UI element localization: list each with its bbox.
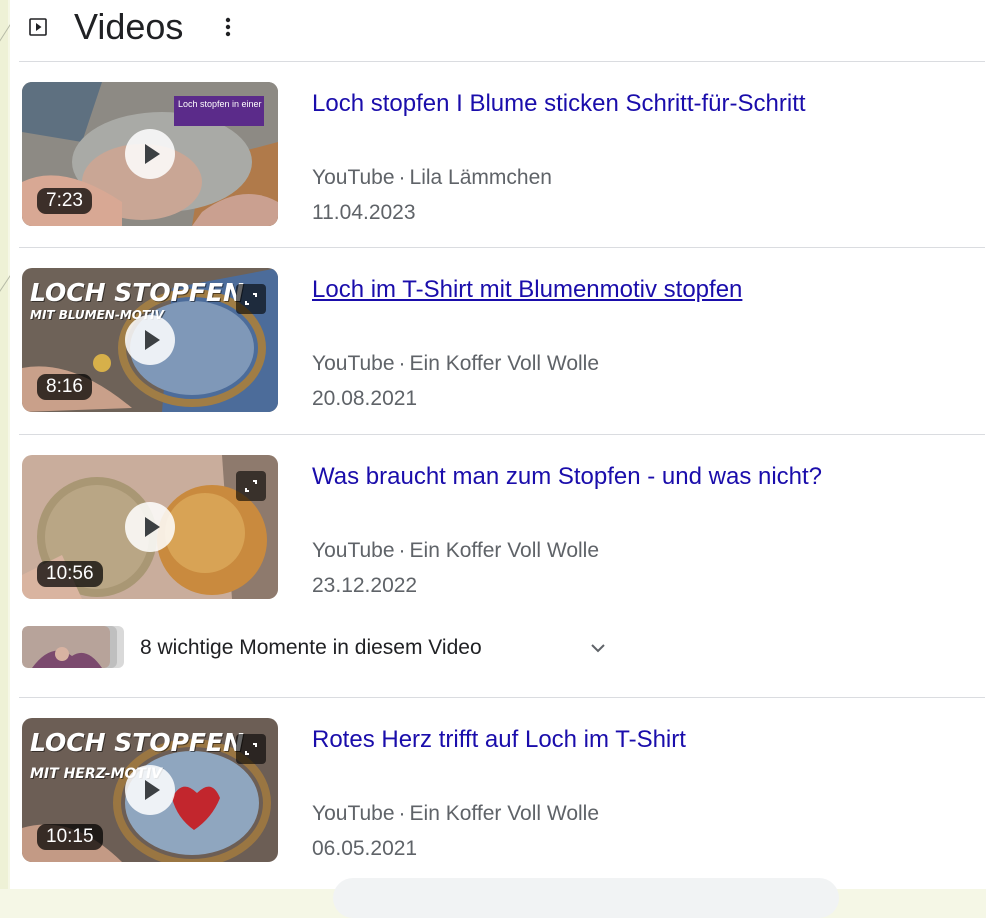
video-duration: 10:56 — [37, 561, 103, 587]
video-play-icon — [29, 18, 47, 36]
video-channel: Lila Lämmchen — [409, 166, 552, 189]
thumbnail-title: LOCH STOPFEN — [30, 278, 244, 307]
video-result: LOCH STOPFEN MIT HERZ-MOTIV 10:15 Rotes … — [10, 698, 986, 883]
video-date: 23.12.2022 — [312, 574, 418, 597]
video-duration: 8:16 — [37, 374, 92, 400]
more-vert-icon[interactable] — [218, 14, 238, 40]
video-meta: YouTube · Ein Koffer Voll Wolle — [312, 538, 599, 564]
video-channel: Ein Koffer Voll Wolle — [409, 802, 600, 825]
video-result: 10:56 Was braucht man zum Stopfen - und … — [10, 435, 986, 620]
play-button[interactable] — [125, 502, 175, 552]
page-background-strip — [0, 0, 8, 889]
video-date: 06.05.2021 — [312, 837, 418, 860]
video-channel: Ein Koffer Voll Wolle — [409, 352, 600, 375]
video-duration: 10:15 — [37, 824, 103, 850]
key-moments-toggle[interactable]: 8 wichtige Momente in diesem Video — [10, 622, 986, 674]
video-source: YouTube — [312, 352, 395, 375]
key-moments-thumbnails — [22, 626, 124, 668]
meta-separator: · — [398, 539, 406, 562]
key-moments-label: 8 wichtige Momente in diesem Video — [140, 636, 482, 659]
videos-header: Videos — [10, 0, 986, 60]
video-thumbnail[interactable]: LOCH STOPFEN MIT BLUMEN-MOTIV 8:16 — [22, 268, 278, 412]
play-button[interactable] — [125, 129, 175, 179]
video-duration: 7:23 — [37, 188, 92, 214]
play-icon — [145, 780, 160, 800]
meta-separator: · — [398, 166, 406, 189]
play-button[interactable] — [125, 315, 175, 365]
video-title-link[interactable]: Was braucht man zum Stopfen - und was ni… — [312, 462, 822, 492]
video-source: YouTube — [312, 802, 395, 825]
chevron-down-icon[interactable] — [588, 638, 608, 658]
video-meta: YouTube · Ein Koffer Voll Wolle — [312, 801, 599, 827]
video-thumbnail[interactable]: 10:56 — [22, 455, 278, 599]
thumbnail-title: LOCH STOPFEN — [30, 728, 244, 757]
meta-separator: · — [398, 802, 406, 825]
video-title-link[interactable]: Rotes Herz trifft auf Loch im T-Shirt — [312, 725, 686, 755]
videos-panel: Videos Loch stopfen in einer Blu — [10, 0, 986, 918]
play-icon — [145, 330, 160, 350]
video-meta: YouTube · Lila Lämmchen — [312, 165, 552, 191]
video-result: Loch stopfen in einer Blu 7:23 Loch stop… — [10, 62, 986, 247]
moment-thumbnail — [22, 626, 110, 668]
video-channel: Ein Koffer Voll Wolle — [409, 539, 600, 562]
thumbnail-caption: Loch stopfen in einer Blu — [174, 96, 264, 126]
video-meta: YouTube · Ein Koffer Voll Wolle — [312, 351, 599, 377]
video-thumbnail[interactable]: LOCH STOPFEN MIT HERZ-MOTIV 10:15 — [22, 718, 278, 862]
expand-icon[interactable] — [236, 284, 266, 314]
video-source: YouTube — [312, 166, 395, 189]
play-icon — [145, 144, 160, 164]
video-title-link[interactable]: Loch stopfen I Blume sticken Schritt-für… — [312, 89, 806, 119]
video-source: YouTube — [312, 539, 395, 562]
play-button[interactable] — [125, 765, 175, 815]
more-videos-button[interactable] — [333, 878, 839, 918]
expand-icon[interactable] — [236, 471, 266, 501]
video-date: 11.04.2023 — [312, 201, 416, 224]
meta-separator: · — [398, 352, 406, 375]
video-thumbnail[interactable]: Loch stopfen in einer Blu 7:23 — [22, 82, 278, 226]
expand-icon[interactable] — [236, 734, 266, 764]
video-title-link[interactable]: Loch im T-Shirt mit Blumenmotiv stopfen — [312, 275, 742, 305]
play-icon — [145, 517, 160, 537]
video-result: LOCH STOPFEN MIT BLUMEN-MOTIV 8:16 Loch … — [10, 248, 986, 433]
video-date: 20.08.2021 — [312, 387, 418, 410]
videos-title: Videos — [74, 6, 184, 47]
